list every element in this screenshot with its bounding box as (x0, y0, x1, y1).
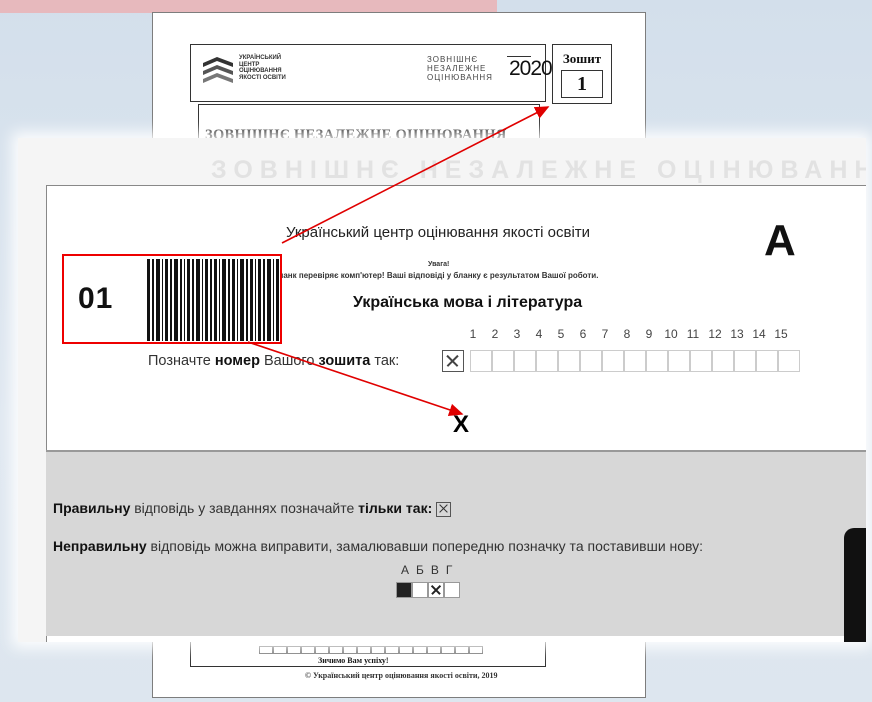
booklet-number-value: 1 (561, 70, 603, 98)
scale-number: 15 (774, 327, 788, 341)
empty-cell (412, 582, 428, 598)
sheet-letter: A (764, 216, 796, 265)
mark-instruction: Позначте номер Вашого зошита так: (148, 353, 400, 369)
zno-year: 2020 (507, 56, 553, 80)
booklet-cell-9[interactable] (646, 350, 668, 372)
org-name: УКРАЇНСЬКИЙ ЦЕНТР ОЦІНЮВАННЯ ЯКОСТІ ОСВІ… (239, 55, 286, 81)
booklet-cell-12[interactable] (712, 350, 734, 372)
scale-number: 8 (623, 327, 631, 341)
attention-label: Увага! (428, 261, 450, 268)
booklet-cell-5[interactable] (558, 350, 580, 372)
scale-number: 5 (557, 327, 565, 341)
scale-number: 13 (730, 327, 744, 341)
filled-cell (396, 582, 412, 598)
booklet-cell-13[interactable] (734, 350, 756, 372)
bottom-cell-row (259, 646, 483, 654)
booklet-cell-15[interactable] (778, 350, 800, 372)
watermark-title: ЗОВНІШНЄ НЕЗАЛЕЖНЕ ОЦІНЮВАННЯ (211, 156, 866, 184)
booklet-number-box: Зошит 1 (552, 44, 612, 104)
booklet-number-label: Зошит (562, 51, 602, 66)
centre-name: Український центр оцінювання якості осві… (286, 224, 591, 241)
booklet-cell-8[interactable] (624, 350, 646, 372)
correct-answer-rule: Правильну відповідь у завданнях позначай… (53, 500, 452, 517)
booklet-number-cells (442, 350, 800, 372)
booklet-code: 01 (78, 282, 114, 315)
booklet-number-scale: 1 2 3 4 5 6 7 8 9 10 11 12 13 14 15 (462, 327, 792, 341)
scale-number: 9 (645, 327, 653, 341)
booklet-cell-10[interactable] (668, 350, 690, 372)
scale-number: 2 (491, 327, 499, 341)
copyright-text: © Український центр оцінювання якості ос… (305, 671, 498, 680)
good-luck-text: Зичимо Вам успіху! (318, 656, 389, 665)
booklet-cell-4[interactable] (536, 350, 558, 372)
answer-sheet-zoom: ЗОВНІШНЄ НЕЗАЛЕЖНЕ ОЦІНЮВАННЯ Українськи… (18, 138, 866, 642)
booklet-cell-14[interactable] (756, 350, 778, 372)
booklet-cell-1[interactable] (470, 350, 492, 372)
scale-number: 10 (664, 327, 678, 341)
sample-crossed-cell (442, 350, 464, 372)
crossed-cell (428, 582, 444, 598)
wrong-answer-rule: Неправильну відповідь можна виправити, з… (53, 538, 704, 554)
big-x-mark: X (453, 411, 470, 438)
booklet-cell-11[interactable] (690, 350, 712, 372)
cross-mark-icon (436, 501, 452, 517)
correction-example (396, 582, 460, 598)
scale-number: 3 (513, 327, 521, 341)
scale-number: 14 (752, 327, 766, 341)
booklet-cell-6[interactable] (580, 350, 602, 372)
option-letters: АБВГ (401, 563, 460, 577)
scale-number: 11 (686, 327, 700, 341)
subject-title: Українська мова і література (353, 294, 583, 311)
black-edge-mark (844, 528, 866, 642)
barcode-icon (147, 259, 279, 341)
computer-check-note: Цей бланк перевіряє комп'ютер! Ваші відп… (256, 271, 599, 280)
scale-number: 12 (708, 327, 722, 341)
zno-logo-text: ЗОВНІШНЄ НЕЗАЛЕЖНЕ ОЦІНЮВАННЯ (427, 55, 493, 82)
empty-cell (444, 582, 460, 598)
scale-number: 1 (469, 327, 477, 341)
booklet-header: УКРАЇНСЬКИЙ ЦЕНТР ОЦІНЮВАННЯ ЯКОСТІ ОСВІ… (190, 44, 553, 102)
ucoqe-logo-icon (203, 57, 233, 83)
scale-number: 4 (535, 327, 543, 341)
booklet-cell-2[interactable] (492, 350, 514, 372)
scale-number: 6 (579, 327, 587, 341)
scale-number: 7 (601, 327, 609, 341)
booklet-cell-7[interactable] (602, 350, 624, 372)
booklet-cell-3[interactable] (514, 350, 536, 372)
